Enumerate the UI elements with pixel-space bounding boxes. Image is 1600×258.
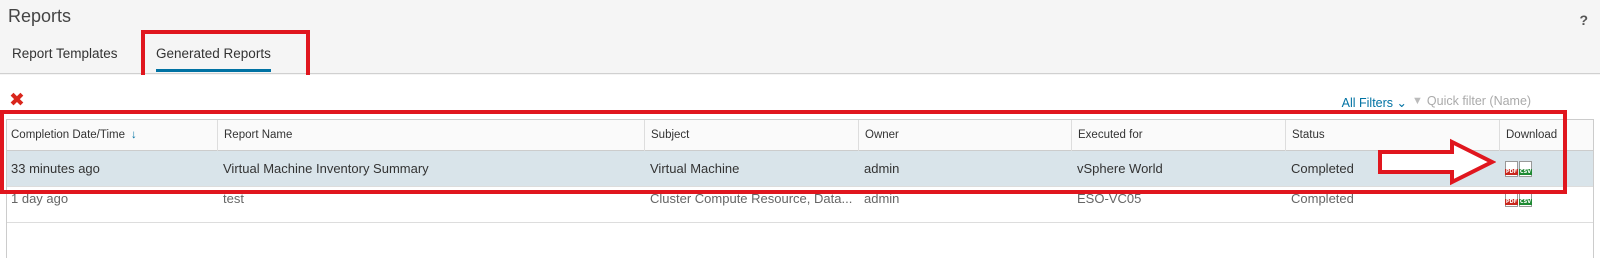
column-header-subject[interactable]: Subject xyxy=(644,120,858,151)
pdf-download-icon[interactable]: PDF xyxy=(1505,191,1518,207)
cell-report-name: Virtual Machine Inventory Summary xyxy=(223,161,429,176)
download-links: PDF CSV xyxy=(1505,191,1532,207)
download-links: PDF CSV xyxy=(1505,161,1532,177)
column-header-download: Download xyxy=(1499,120,1595,151)
column-header-owner[interactable]: Owner xyxy=(858,120,1071,151)
cell-completion: 33 minutes ago xyxy=(11,161,100,176)
column-header-completion[interactable]: Completion Date/Time ↓ xyxy=(7,120,217,151)
grid-header: Completion Date/Time ↓ Report Name Subjec… xyxy=(7,120,1593,151)
all-filters-dropdown[interactable]: All Filters ⌄ xyxy=(1342,95,1407,110)
pdf-download-icon[interactable]: PDF xyxy=(1505,161,1518,177)
csv-download-icon[interactable]: CSV xyxy=(1519,161,1532,177)
quick-filter-input[interactable]: ▼ Quick filter (Name) xyxy=(1412,91,1592,111)
cell-executed-for: vSphere World xyxy=(1077,161,1163,176)
column-header-status[interactable]: Status xyxy=(1285,120,1499,151)
tab-report-templates[interactable]: Report Templates xyxy=(12,46,118,69)
clear-filter-icon[interactable]: ✖ xyxy=(9,91,25,110)
column-header-report-name[interactable]: Report Name xyxy=(217,120,644,151)
reports-page: Reports ? Report Templates Generated Rep… xyxy=(0,0,1600,258)
table-row[interactable]: 1 day ago test Cluster Compute Resource,… xyxy=(7,187,1593,223)
cell-owner: admin xyxy=(864,191,900,206)
cell-status: Completed xyxy=(1291,191,1354,206)
cell-executed-for: ESO-VC05 xyxy=(1077,191,1142,206)
page-title: Reports xyxy=(8,6,72,26)
table-row[interactable]: 33 minutes ago Virtual Machine Inventory… xyxy=(7,151,1593,187)
cell-completion: 1 day ago xyxy=(11,191,69,206)
sort-down-icon[interactable]: ↓ xyxy=(131,129,137,141)
help-icon[interactable]: ? xyxy=(1579,12,1588,28)
reports-grid: Completion Date/Time ↓ Report Name Subjec… xyxy=(6,119,1594,258)
tab-bar: Report Templates Generated Reports xyxy=(0,40,1600,74)
cell-status: Completed xyxy=(1291,161,1354,176)
column-header-executed-for[interactable]: Executed for xyxy=(1071,120,1285,151)
cell-subject: Virtual Machine xyxy=(650,161,740,176)
cell-owner: admin xyxy=(864,161,900,176)
cell-report-name: test xyxy=(223,191,244,206)
filter-icon: ▼ xyxy=(1412,95,1423,107)
quick-filter-placeholder: Quick filter (Name) xyxy=(1426,94,1532,108)
cell-subject: Cluster Compute Resource, Data... xyxy=(650,191,853,206)
csv-download-icon[interactable]: CSV xyxy=(1519,191,1532,207)
reports-content: ✖ All Filters ⌄ ▼ Quick filter (Name) Co… xyxy=(0,75,1600,258)
tab-generated-reports[interactable]: Generated Reports xyxy=(156,46,271,72)
